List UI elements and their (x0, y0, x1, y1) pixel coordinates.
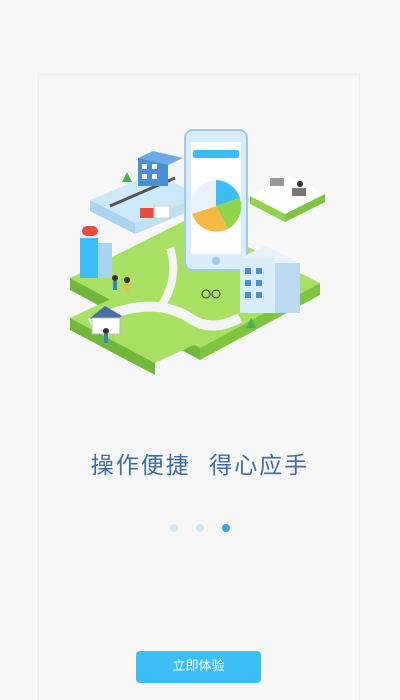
page-indicator (0, 524, 400, 532)
pharmacy-kiosk (80, 226, 112, 278)
onboarding-slogan: 操作便捷 得心应手 (90, 453, 310, 479)
city-illustration (70, 129, 325, 375)
phone-graphic (184, 129, 248, 271)
try-now-button[interactable]: 立即体验 (136, 651, 261, 683)
page-dot-3-active[interactable] (222, 524, 230, 532)
page-dot-2[interactable] (196, 524, 204, 532)
office-platform (250, 176, 325, 222)
page-dot-1[interactable] (170, 524, 178, 532)
